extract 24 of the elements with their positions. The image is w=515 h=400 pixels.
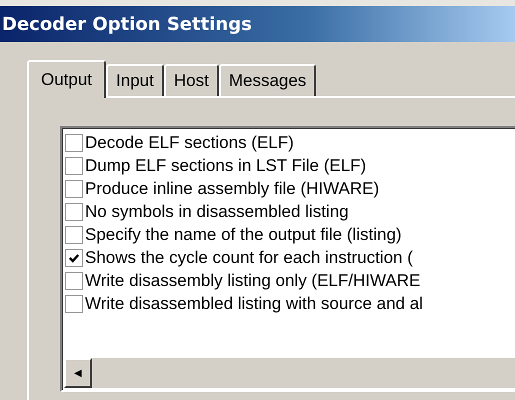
checkbox[interactable] — [65, 248, 83, 266]
checkbox[interactable] — [65, 226, 83, 244]
checkbox[interactable] — [65, 272, 83, 290]
checkbox[interactable] — [65, 202, 83, 220]
tab[interactable]: Output — [27, 60, 106, 98]
checkbox[interactable] — [65, 294, 83, 312]
option-label: No symbols in disassembled listing — [85, 202, 349, 222]
horizontal-scrollbar[interactable]: ◀ — [64, 357, 515, 388]
tab[interactable]: Host — [164, 64, 219, 96]
option-label: Produce inline assembly file (HIWARE) — [85, 178, 380, 198]
checkbox[interactable] — [65, 156, 83, 174]
tab[interactable]: Messages — [218, 64, 316, 96]
option-label: Shows the cycle count for each instruction ( — [85, 248, 413, 268]
checkmark-icon — [68, 252, 80, 264]
option-label: Decode ELF sections (ELF) — [85, 132, 294, 152]
checkbox[interactable] — [65, 180, 83, 198]
tab[interactable]: Input — [106, 64, 164, 96]
option-label: Dump ELF sections in LST File (ELF) — [85, 156, 366, 176]
window-title: Decoder Option Settings — [2, 14, 252, 34]
option-label: Specify the name of the output file (listing) — [85, 224, 402, 244]
option-label: Write disassembled listing with source and al — [85, 294, 423, 314]
scroll-left-button[interactable]: ◀ — [64, 358, 92, 388]
option-label: Write disassembly listing only (ELF/HIWARE — [85, 270, 420, 290]
checkbox[interactable] — [65, 134, 83, 152]
